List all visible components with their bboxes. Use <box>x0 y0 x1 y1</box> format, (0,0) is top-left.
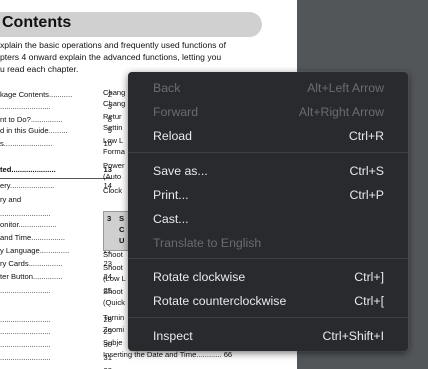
menu-item-print[interactable]: Print... Ctrl+P <box>128 183 408 207</box>
toc-entry[interactable]: ry Cards................ 23 <box>0 259 112 269</box>
toc-entry[interactable]: ........................ 31 <box>0 353 112 363</box>
toc-entry[interactable]: d in this Guide......... 9 <box>0 126 112 136</box>
toc-entry[interactable]: ry and <box>0 195 112 205</box>
menu-item-shortcut: Ctrl+Shift+I <box>322 329 384 343</box>
toc-entry[interactable]: ted..................... 13 <box>0 165 112 175</box>
toc-entry[interactable]: onitor..................19 <box>0 220 112 230</box>
toc-entry[interactable]: (Auto <box>103 172 121 182</box>
chapter-box-letter: U <box>119 236 125 245</box>
toc-entry-text: and Time................ <box>0 233 65 242</box>
toc-entry[interactable]: Turnin <box>103 313 124 323</box>
toc-entry[interactable]: Power <box>103 161 125 171</box>
menu-item-forward: Forward Alt+Right Arrow <box>128 100 408 124</box>
toc-entry[interactable]: ........................ 25 <box>0 286 112 296</box>
menu-item-label: Rotate clockwise <box>153 270 246 284</box>
menu-item-shortcut: Ctrl+R <box>348 129 384 143</box>
toc-entry[interactable]: Shoot <box>103 263 123 273</box>
toc-entry-text: ........................ <box>0 353 51 362</box>
toc-entry[interactable]: nt to Do?............... 8 <box>0 115 112 125</box>
toc-entry[interactable]: Chang <box>103 99 125 109</box>
toc-entry[interactable]: Settin <box>103 123 122 133</box>
intro-line: u read each chapter. <box>0 64 79 74</box>
toc-entry-text: onitor.................. <box>0 220 57 229</box>
toc-entry[interactable]: y Language..............22 <box>0 246 112 256</box>
toc-entry-text: ........................ <box>0 209 51 218</box>
menu-item-back: Back Alt+Left Arrow <box>128 76 408 100</box>
menu-item-shortcut: Ctrl+P <box>349 188 384 202</box>
intro-line: pters 4 onward explain the advanced func… <box>0 52 222 62</box>
toc-entry-text: ........................ <box>0 102 51 111</box>
menu-separator <box>128 258 408 259</box>
toc-entry[interactable]: ter Button.............. 24 <box>0 272 112 282</box>
toc-entry[interactable]: and Time................20 <box>0 233 112 243</box>
toc-entry[interactable]: Forma <box>103 147 125 157</box>
toc-entry-text: ........................ <box>0 286 51 295</box>
toc-entry[interactable]: Low L <box>103 136 123 146</box>
toc-entry-text: ........................ <box>0 315 51 324</box>
menu-item-reload[interactable]: Reload Ctrl+R <box>128 124 408 148</box>
menu-item-shortcut: Alt+Right Arrow <box>298 105 384 119</box>
toc-entry-text: ry Cards................ <box>0 259 63 268</box>
toc-entry-text: ted..................... <box>0 165 56 174</box>
toc-entry[interactable]: (Low L <box>103 274 126 284</box>
toc-entry[interactable]: Retur <box>103 112 122 122</box>
toc-entry[interactable]: s....................... 10 <box>0 139 112 149</box>
menu-item-rotate-clockwise[interactable]: Rotate clockwise Ctrl+] <box>128 265 408 289</box>
toc-entry[interactable]: ........................16 <box>0 209 112 219</box>
menu-item-label: Rotate counterclockwise <box>153 294 287 308</box>
menu-item-shortcut: Ctrl+] <box>354 270 384 284</box>
menu-item-cast[interactable]: Cast... <box>128 207 408 231</box>
menu-separator <box>128 152 408 153</box>
menu-item-shortcut: Ctrl+S <box>349 164 384 178</box>
toc-entry[interactable]: Clock <box>103 186 122 196</box>
menu-item-translate-to-english: Translate to English <box>128 231 408 255</box>
toc-entry[interactable]: ery..................... 14 <box>0 181 112 191</box>
context-menu: Back Alt+Left Arrow Forward Alt+Right Arrow… <box>128 72 408 351</box>
toc-entry-text: ........................ <box>0 340 51 349</box>
page-title: Contents <box>2 14 72 31</box>
chapter-box-letter: C <box>119 225 125 234</box>
menu-item-label: Save as... <box>153 164 208 178</box>
toc-entry[interactable]: ........................ 30 <box>0 340 112 350</box>
menu-item-label: Translate to English <box>153 236 262 250</box>
chapter-box-letter: 3 <box>107 214 112 223</box>
toc-entry-text: nt to Do?............... <box>0 115 63 124</box>
menu-item-inspect[interactable]: Inspect Ctrl+Shift+I <box>128 324 408 348</box>
toc-entry[interactable]: Chang <box>103 88 125 98</box>
toc-entry[interactable]: Shoot <box>103 287 123 297</box>
toc-entry-text: kage Contents........... <box>0 90 73 99</box>
menu-item-save-as[interactable]: Save as... Ctrl+S <box>128 159 408 183</box>
menu-item-label: Print... <box>153 188 189 202</box>
toc-entry-text: ry and <box>0 195 22 204</box>
menu-item-rotate-counterclockwise[interactable]: Rotate counterclockwise Ctrl+[ <box>128 289 408 313</box>
toc-entry-text: ........................ <box>0 327 51 336</box>
toc-entry-text: y Language.............. <box>0 246 70 255</box>
menu-item-label: Back <box>153 81 181 95</box>
toc-entry[interactable]: Zoomi <box>103 325 124 335</box>
toc-entry-text: d in this Guide......... <box>0 126 68 135</box>
toc-entry-text: ter Button.............. <box>0 272 63 281</box>
menu-item-label: Forward <box>153 105 199 119</box>
toc-entry[interactable]: (Quick <box>103 298 125 308</box>
toc-entry[interactable]: Subje <box>103 338 122 348</box>
toc-entry-text: s....................... <box>0 139 53 148</box>
menu-item-label: Inspect <box>153 329 193 343</box>
chapter-box-letter: S <box>119 214 125 223</box>
toc-entry[interactable]: kage Contents........... 2 <box>0 90 112 100</box>
menu-item-shortcut: Alt+Left Arrow <box>307 81 384 95</box>
menu-item-label: Reload <box>153 129 192 143</box>
toc-entry-text: ery..................... <box>0 181 55 190</box>
toc-entry[interactable]: ........................ 29 <box>0 327 112 337</box>
toc-entry[interactable]: ........................ 28 <box>0 315 112 325</box>
menu-separator <box>128 317 408 318</box>
menu-item-shortcut: Ctrl+[ <box>354 294 384 308</box>
toc-entry[interactable]: ........................ 3 <box>0 102 112 112</box>
chapter-underline <box>0 178 112 179</box>
toc-entry[interactable]: Shoot <box>103 250 123 260</box>
menu-item-label: Cast... <box>153 212 189 226</box>
intro-line: xplain the basic operations and frequent… <box>0 40 226 50</box>
toc-entry[interactable]: Inserting the Date and Time............ … <box>103 350 232 360</box>
